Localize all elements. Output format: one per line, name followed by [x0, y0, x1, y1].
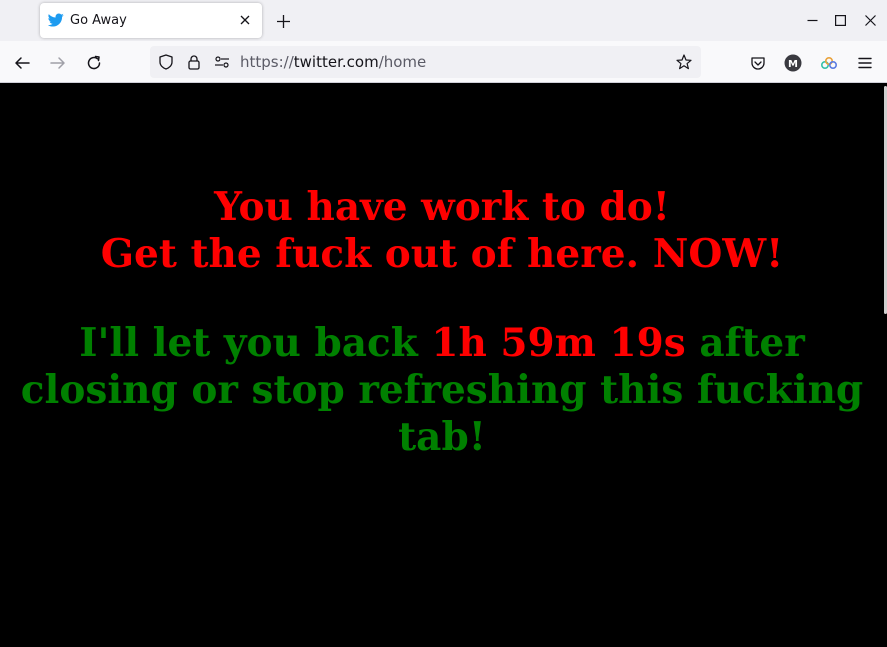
hamburger-menu-icon [858, 57, 872, 69]
url-bar[interactable]: https://twitter.com/home [150, 46, 701, 78]
page-content: You have work to do! Get the fuck out of… [0, 84, 884, 647]
forward-arrow-icon [50, 57, 65, 69]
url-host: twitter.com [293, 53, 379, 71]
reload-button[interactable] [80, 49, 108, 77]
account-button[interactable]: M [779, 49, 807, 77]
pocket-button[interactable] [744, 49, 772, 77]
svg-text:M: M [788, 59, 798, 70]
url-text: https://twitter.com/home [240, 54, 426, 71]
account-m-icon: M [784, 54, 802, 72]
warning-line-1: You have work to do! [214, 184, 670, 230]
warning-message: You have work to do! Get the fuck out of… [0, 184, 884, 278]
url-path: /home [378, 53, 427, 71]
lock-icon[interactable] [186, 54, 202, 70]
browser-tab[interactable]: Go Away [40, 3, 262, 38]
countdown-message: I'll let you back 1h 59m 19s after closi… [0, 320, 884, 461]
extension-button[interactable] [815, 49, 843, 77]
tab-strip: Go Away [0, 0, 887, 41]
back-button[interactable] [8, 49, 36, 77]
countdown-timer: 1h 59m 19s [431, 320, 686, 366]
countdown-prefix: I'll let you back [79, 320, 432, 366]
reload-icon [87, 55, 101, 70]
twitter-bird-icon [47, 12, 64, 28]
minimize-icon [807, 19, 817, 21]
close-icon [864, 14, 876, 26]
maximize-icon [834, 14, 846, 26]
close-tab-icon[interactable] [237, 12, 253, 28]
url-scheme: https:// [240, 53, 294, 71]
menu-button[interactable] [851, 49, 879, 77]
warning-line-2: Get the fuck out of here. NOW! [100, 231, 784, 277]
back-arrow-icon [15, 57, 30, 69]
new-tab-button[interactable] [270, 8, 296, 34]
tab-title: Go Away [70, 13, 127, 28]
close-window-button[interactable] [860, 10, 880, 30]
permissions-icon[interactable] [214, 54, 230, 70]
maximize-button[interactable] [830, 10, 850, 30]
navigation-toolbar: https://twitter.com/home M [0, 41, 887, 83]
extension-icon [820, 56, 838, 70]
minimize-button[interactable] [802, 10, 822, 30]
pocket-icon [751, 57, 765, 70]
plus-icon [276, 14, 290, 28]
bookmark-star-icon[interactable] [676, 54, 692, 70]
shield-icon[interactable] [158, 54, 174, 70]
forward-button[interactable] [44, 49, 72, 77]
